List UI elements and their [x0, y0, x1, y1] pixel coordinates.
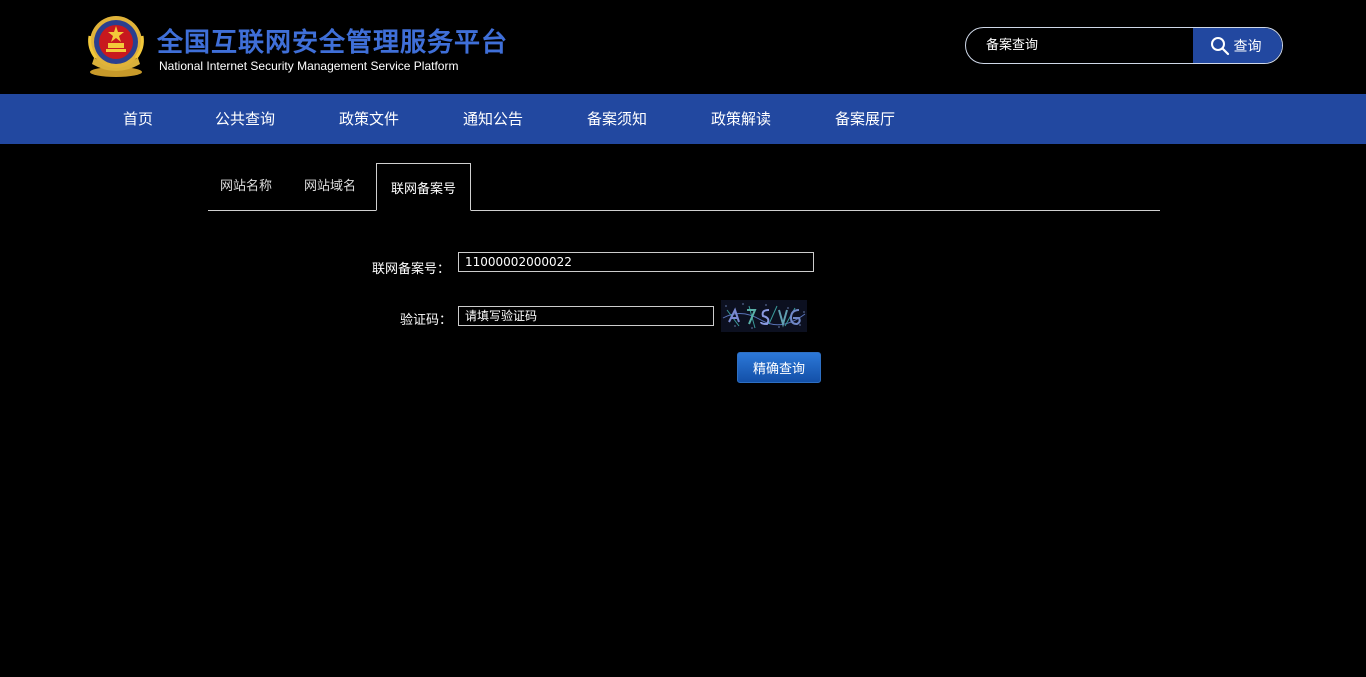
tab-website-domain[interactable]: 网站域名: [304, 175, 356, 194]
query-tabs: 网站名称 网站域名 联网备案号: [208, 163, 1160, 212]
police-emblem-icon: [88, 16, 144, 77]
search-button[interactable]: 查询: [1193, 28, 1282, 63]
main-nav: 首页 公共查询 政策文件 通知公告 备案须知 政策解读 备案展厅: [0, 94, 1366, 144]
captcha-image[interactable]: [721, 300, 807, 332]
nav-item-home[interactable]: 首页: [123, 94, 153, 144]
nav-item-public-query[interactable]: 公共查询: [215, 94, 275, 144]
tab-record-number[interactable]: 联网备案号: [376, 163, 471, 211]
record-number-label: 联网备案号：: [372, 262, 451, 277]
search-box: 查询: [965, 27, 1283, 64]
search-input[interactable]: [966, 28, 1194, 63]
nav-item-filing-hall[interactable]: 备案展厅: [835, 94, 895, 144]
captcha-label: 验证码：: [400, 313, 453, 328]
tab-website-name[interactable]: 网站名称: [220, 175, 272, 194]
search-button-label: 查询: [1233, 38, 1262, 55]
page: 全国互联网安全管理服务平台 National Internet Security…: [0, 0, 1366, 677]
search-icon: [1210, 36, 1229, 55]
nav-item-filing-guide[interactable]: 备案须知: [587, 94, 647, 144]
nav-item-policy-interpretation[interactable]: 政策解读: [711, 94, 771, 144]
header: 全国互联网安全管理服务平台 National Internet Security…: [0, 0, 1366, 94]
nav-item-policy-documents[interactable]: 政策文件: [339, 94, 399, 144]
nav-item-notices[interactable]: 通知公告: [463, 94, 523, 144]
record-number-input[interactable]: [458, 252, 814, 272]
tabs-divider: [208, 210, 1160, 211]
exact-query-button[interactable]: 精确查询: [737, 352, 821, 383]
captcha-input[interactable]: [458, 306, 714, 326]
site-subtitle: National Internet Security Management Se…: [159, 59, 459, 73]
site-title: 全国互联网安全管理服务平台: [157, 28, 509, 58]
